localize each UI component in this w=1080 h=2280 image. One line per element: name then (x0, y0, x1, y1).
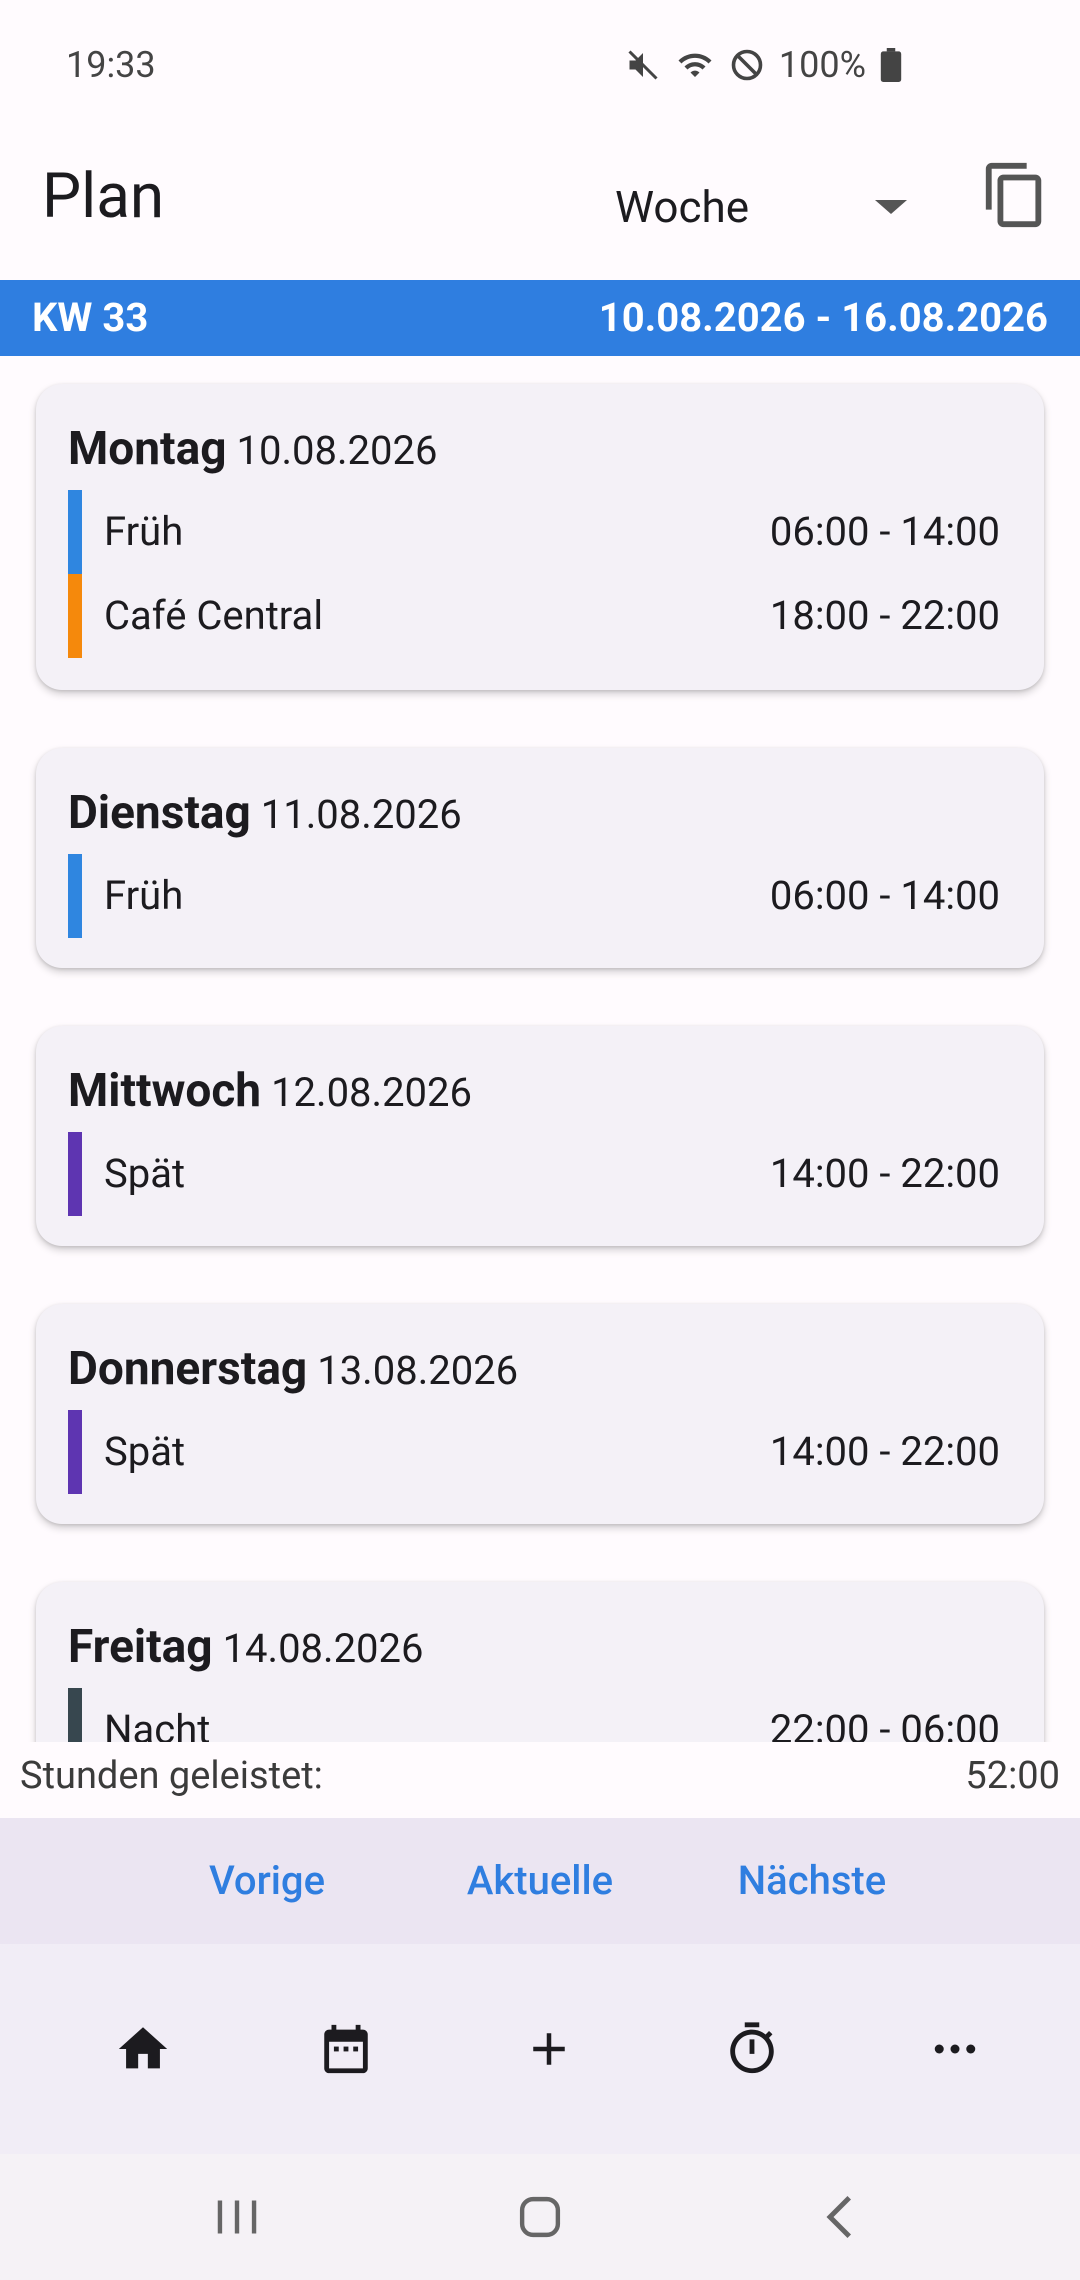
previous-week-button[interactable]: Vorige (147, 1818, 387, 1944)
status-icons: 100% (625, 44, 902, 86)
day-card-monday[interactable]: Montag 10.08.2026 Früh 06:00 - 14:00 Café… (36, 384, 1044, 690)
day-card-friday[interactable]: Freitag 14.08.2026 Nacht 22:00 - 06:00 (36, 1582, 1044, 1742)
more-button[interactable] (922, 2016, 988, 2082)
day-date: 13.08.2026 (317, 1347, 519, 1394)
day-name: Dienstag (68, 786, 251, 840)
recents-button[interactable] (204, 2184, 270, 2250)
day-date: 10.08.2026 (236, 427, 438, 474)
hours-summary-value: 52:00 (965, 1754, 1060, 1798)
shift-entry[interactable]: Spät 14:00 - 22:00 (68, 1410, 1012, 1494)
shift-entry[interactable]: Spät 14:00 - 22:00 (68, 1132, 1012, 1216)
shift-time: 14:00 - 22:00 (769, 1150, 1000, 1197)
dnd-icon (731, 49, 763, 81)
day-card-thursday[interactable]: Donnerstag 13.08.2026 Spät 14:00 - 22:00 (36, 1304, 1044, 1524)
battery-percent: 100% (778, 44, 866, 86)
timer-icon (730, 2022, 774, 2074)
day-header: Donnerstag 13.08.2026 (68, 1342, 518, 1396)
chevron-down-icon (875, 200, 907, 214)
home-circle-icon (519, 2196, 561, 2238)
shift-time: 06:00 - 14:00 (769, 508, 1000, 555)
shift-color-bar (68, 854, 82, 938)
next-week-button[interactable]: Nächste (692, 1818, 932, 1944)
shift-entry[interactable]: Früh 06:00 - 14:00 (68, 854, 1012, 938)
week-date-range: 10.08.2026 - 16.08.2026 (598, 294, 1048, 341)
shift-time: 22:00 - 06:00 (769, 1706, 1000, 1742)
day-name: Donnerstag (68, 1342, 308, 1396)
shift-time: 06:00 - 14:00 (769, 872, 1000, 919)
day-card-tuesday[interactable]: Dienstag 11.08.2026 Früh 06:00 - 14:00 (36, 748, 1044, 968)
shift-name: Früh (104, 872, 184, 919)
day-name: Freitag (68, 1620, 213, 1674)
status-bar: 19:33 100% (0, 0, 1080, 130)
shift-color-bar (68, 1132, 82, 1216)
week-number: KW 33 (32, 294, 149, 341)
back-button[interactable] (808, 2184, 874, 2250)
shift-color-bar (68, 1410, 82, 1494)
timer-button[interactable] (719, 2016, 785, 2082)
back-icon (826, 2195, 852, 2239)
system-navigation-bar (0, 2154, 1080, 2280)
current-week-button[interactable]: Aktuelle (420, 1818, 660, 1944)
app-bar: Plan Woche (0, 130, 1080, 280)
copy-button[interactable] (980, 160, 1060, 240)
shift-name: Nacht (104, 1706, 211, 1742)
shift-entry[interactable]: Früh 06:00 - 14:00 (68, 490, 1012, 574)
shift-color-bar (68, 1688, 82, 1742)
status-time: 19:33 (66, 44, 156, 86)
home-icon (118, 2027, 168, 2069)
hours-summary-label: Stunden geleistet: (20, 1754, 323, 1798)
view-mode-select[interactable]: Woche (615, 172, 915, 242)
shift-name: Spät (104, 1428, 186, 1475)
day-header: Montag 10.08.2026 (68, 422, 437, 476)
system-home-button[interactable] (507, 2184, 573, 2250)
shift-color-bar (68, 490, 82, 574)
shift-name: Café Central (104, 592, 324, 639)
day-date: 11.08.2026 (260, 791, 462, 838)
copy-icon (985, 162, 1042, 228)
more-icon (934, 2044, 976, 2054)
day-date: 12.08.2026 (271, 1069, 472, 1116)
shift-entry[interactable]: Nacht 22:00 - 06:00 (68, 1688, 1012, 1742)
week-header: KW 33 10.08.2026 - 16.08.2026 (0, 280, 1080, 356)
day-list[interactable]: Montag 10.08.2026 Früh 06:00 - 14:00 Café… (0, 356, 1080, 1742)
page-title: Plan (42, 160, 165, 233)
add-button[interactable] (516, 2016, 582, 2082)
home-button[interactable] (110, 2016, 176, 2082)
add-icon (533, 2033, 565, 2065)
wifi-icon (678, 53, 712, 77)
mute-icon (628, 50, 658, 80)
day-header: Freitag 14.08.2026 (68, 1620, 424, 1674)
shift-name: Früh (104, 508, 184, 555)
shift-time: 14:00 - 22:00 (769, 1428, 1000, 1475)
day-name: Mittwoch (68, 1064, 262, 1118)
day-header: Mittwoch 12.08.2026 (68, 1064, 472, 1118)
week-navigation: Vorige Aktuelle Nächste (0, 1818, 1080, 1944)
recents-icon (217, 2200, 257, 2234)
view-mode-label: Woche (615, 181, 750, 233)
day-card-wednesday[interactable]: Mittwoch 12.08.2026 Spät 14:00 - 22:00 (36, 1026, 1044, 1246)
calendar-icon (324, 2024, 368, 2074)
shift-color-bar (68, 574, 82, 658)
day-date: 14.08.2026 (222, 1625, 424, 1672)
bottom-navigation (0, 1944, 1080, 2154)
shift-name: Spät (104, 1150, 186, 1197)
day-header: Dienstag 11.08.2026 (68, 786, 462, 840)
day-name: Montag (68, 422, 227, 476)
hours-summary: Stunden geleistet: 52:00 (0, 1742, 1080, 1818)
shift-time: 18:00 - 22:00 (769, 592, 1000, 639)
calendar-button[interactable] (313, 2016, 379, 2082)
shift-entry[interactable]: Café Central 18:00 - 22:00 (68, 574, 1012, 658)
battery-icon (880, 48, 902, 82)
